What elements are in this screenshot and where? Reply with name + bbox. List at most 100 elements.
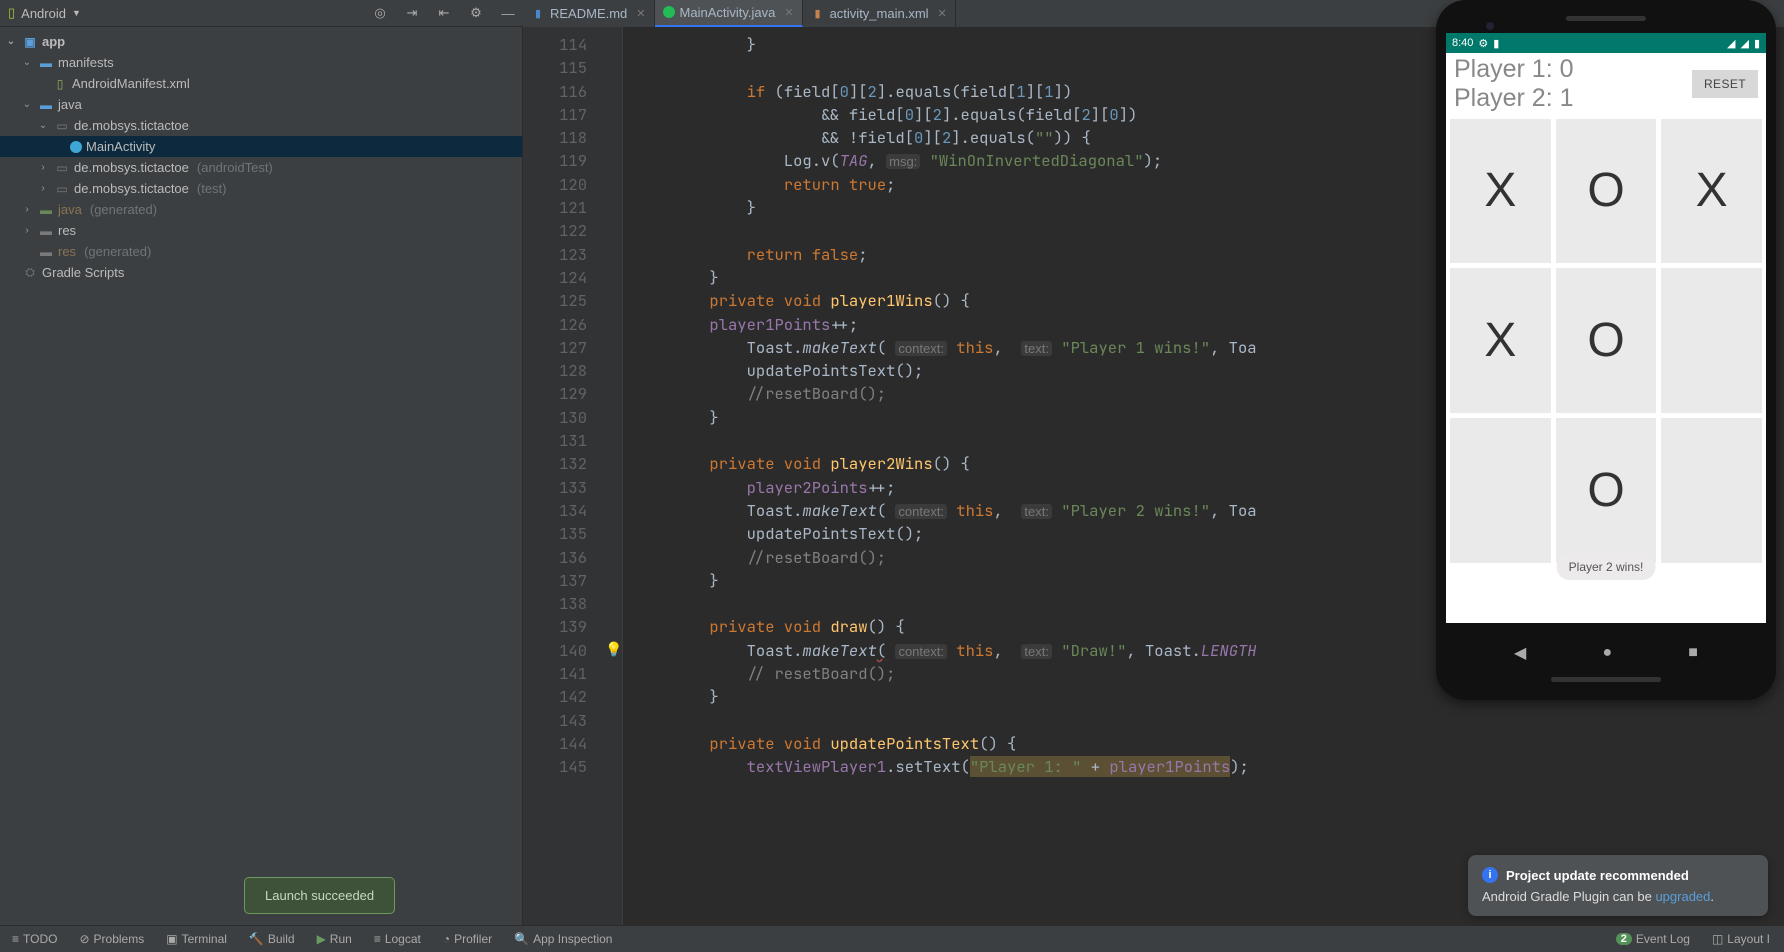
cell-3[interactable]: X xyxy=(1450,268,1551,413)
cell-7[interactable]: O xyxy=(1556,418,1657,563)
tree-pkg-test[interactable]: › ▭ de.mobsys.tictactoe (test) xyxy=(0,178,522,199)
emulator-window[interactable]: 8:40 ⚙ ▮ ◢ ◢ ▮ Player 1: 0 Player 2: 1 R… xyxy=(1436,0,1776,700)
hammer-icon: 🔨 xyxy=(249,932,264,946)
chevron-down-icon[interactable]: ▼ xyxy=(72,8,81,18)
minimize-icon[interactable]: — xyxy=(499,4,517,22)
battery-icon: ▮ xyxy=(1754,37,1760,50)
event-count-badge: 2 xyxy=(1616,933,1632,945)
status-time: 8:40 xyxy=(1452,37,1473,49)
reset-button[interactable]: RESET xyxy=(1692,70,1758,98)
play-icon: ▶ xyxy=(317,932,326,946)
tree-app[interactable]: ⌄ ▣ app xyxy=(0,31,522,52)
bottom-problems[interactable]: ⊘Problems xyxy=(71,932,152,946)
launch-succeeded-popup: Launch succeeded xyxy=(244,877,395,914)
tree-manifests[interactable]: ⌄ ▬ manifests xyxy=(0,52,522,73)
close-icon[interactable]: ✕ xyxy=(636,7,645,20)
cell-6[interactable] xyxy=(1450,418,1551,563)
game-board: X O X X O O xyxy=(1446,117,1766,565)
tab-label: activity_main.xml xyxy=(830,6,929,21)
java-class-icon xyxy=(70,141,82,153)
settings-gear-icon[interactable]: ⚙ xyxy=(467,4,485,22)
module-icon: ▣ xyxy=(22,34,38,50)
folder-icon: ▬ xyxy=(38,97,54,113)
tab-readme[interactable]: ▮ README.md ✕ xyxy=(523,0,655,27)
chevron-down-icon[interactable]: ⌄ xyxy=(20,57,34,68)
bottom-run[interactable]: ▶Run xyxy=(309,932,360,946)
notification-popup[interactable]: i Project update recommended Android Gra… xyxy=(1468,855,1768,916)
cell-4[interactable]: O xyxy=(1556,268,1657,413)
xml-file-icon: ▮ xyxy=(811,6,825,20)
bottom-toolbar: ≡TODO ⊘Problems ▣Terminal 🔨Build ▶Run ≡L… xyxy=(0,925,1784,952)
profiler-icon: ◔ xyxy=(443,932,450,946)
tree-res[interactable]: › ▬ res xyxy=(0,220,522,241)
close-icon[interactable]: ✕ xyxy=(938,7,947,20)
package-icon: ▭ xyxy=(54,160,70,176)
notification-body: Android Gradle Plugin can be upgraded. xyxy=(1482,889,1754,904)
fold-column[interactable] xyxy=(605,27,623,925)
warning-icon: ⊘ xyxy=(79,932,89,946)
folder-gen-icon: ▬ xyxy=(38,202,54,218)
cell-0[interactable]: X xyxy=(1450,119,1551,264)
bottom-event-log[interactable]: 2 Event Log xyxy=(1608,932,1698,946)
project-view-selector[interactable]: Android xyxy=(21,6,66,21)
close-icon[interactable]: ✕ xyxy=(784,6,793,19)
chevron-down-icon[interactable]: ⌄ xyxy=(20,99,34,110)
xml-file-icon: ▯ xyxy=(52,76,68,92)
bottom-terminal[interactable]: ▣Terminal xyxy=(158,932,235,946)
folder-gen-icon: ▬ xyxy=(38,244,54,260)
chevron-down-icon[interactable]: ⌄ xyxy=(36,120,50,131)
chevron-right-icon[interactable]: › xyxy=(20,225,34,236)
bottom-todo[interactable]: ≡TODO xyxy=(4,932,65,946)
bottom-layout-inspector[interactable]: ◫Layout I xyxy=(1704,932,1778,946)
android-robot-icon: ▯ xyxy=(8,5,15,21)
tree-gradle-scripts[interactable]: ⛭ Gradle Scripts xyxy=(0,262,522,283)
bottom-build[interactable]: 🔨Build xyxy=(241,932,303,946)
cell-5[interactable] xyxy=(1661,268,1762,413)
cell-1[interactable]: O xyxy=(1556,119,1657,264)
android-nav-bar: ◀ ● ■ xyxy=(1446,635,1766,671)
cell-8[interactable] xyxy=(1661,418,1762,563)
folder-icon: ▬ xyxy=(38,223,54,239)
wifi-icon: ◢ xyxy=(1727,37,1735,50)
upgrade-link[interactable]: upgraded xyxy=(1655,889,1710,904)
cell-2[interactable]: X xyxy=(1661,119,1762,264)
tree-mainactivity[interactable]: MainActivity xyxy=(0,136,522,157)
phone-screen[interactable]: 8:40 ⚙ ▮ ◢ ◢ ▮ Player 1: 0 Player 2: 1 R… xyxy=(1446,33,1766,623)
info-icon: i xyxy=(1482,867,1498,883)
expand-icon[interactable]: ⇤ xyxy=(435,4,453,22)
tree-androidmanifest[interactable]: ▯ AndroidManifest.xml xyxy=(0,73,522,94)
bottom-app-inspection[interactable]: 🔍App Inspection xyxy=(506,932,620,946)
gear-icon: ⚙ xyxy=(1478,37,1488,50)
tab-label: README.md xyxy=(550,6,627,21)
tree-pkg-androidtest[interactable]: › ▭ de.mobsys.tictactoe (androidTest) xyxy=(0,157,522,178)
bottom-profiler[interactable]: ◔Profiler xyxy=(435,932,500,946)
chevron-right-icon[interactable]: › xyxy=(36,183,50,194)
collapse-icon[interactable]: ⇥ xyxy=(403,4,421,22)
tree-java[interactable]: ⌄ ▬ java xyxy=(0,94,522,115)
list-icon: ≡ xyxy=(12,932,19,946)
java-class-icon xyxy=(663,6,675,18)
nav-home-icon[interactable]: ● xyxy=(1602,644,1612,662)
target-icon[interactable]: ◎ xyxy=(371,4,389,22)
chevron-right-icon[interactable]: › xyxy=(36,162,50,173)
tree-java-gen[interactable]: › ▬ java (generated) xyxy=(0,199,522,220)
inspect-icon: 🔍 xyxy=(514,932,529,946)
logcat-icon: ≡ xyxy=(374,932,381,946)
chevron-down-icon[interactable]: ⌄ xyxy=(4,36,18,47)
folder-icon: ▬ xyxy=(38,55,54,71)
nav-recent-icon[interactable]: ■ xyxy=(1688,644,1698,662)
package-icon: ▭ xyxy=(54,181,70,197)
intention-bulb-icon[interactable]: 💡 xyxy=(605,639,622,662)
android-status-bar: 8:40 ⚙ ▮ ◢ ◢ ▮ xyxy=(1446,33,1766,53)
tree-pkg-main[interactable]: ⌄ ▭ de.mobsys.tictactoe xyxy=(0,115,522,136)
layout-icon: ◫ xyxy=(1712,932,1723,946)
phone-frame: 8:40 ⚙ ▮ ◢ ◢ ▮ Player 1: 0 Player 2: 1 R… xyxy=(1436,0,1776,700)
nav-back-icon[interactable]: ◀ xyxy=(1514,643,1526,663)
player2-score: Player 2: 1 xyxy=(1454,84,1686,113)
tab-mainactivity[interactable]: MainActivity.java ✕ xyxy=(655,0,803,27)
bottom-logcat[interactable]: ≡Logcat xyxy=(366,932,429,946)
project-tree[interactable]: ⌄ ▣ app ⌄ ▬ manifests ▯ AndroidManifest.… xyxy=(0,27,523,925)
tree-res-gen[interactable]: ▬ res (generated) xyxy=(0,241,522,262)
tab-activity-main-xml[interactable]: ▮ activity_main.xml ✕ xyxy=(803,0,956,27)
chevron-right-icon[interactable]: › xyxy=(20,204,34,215)
